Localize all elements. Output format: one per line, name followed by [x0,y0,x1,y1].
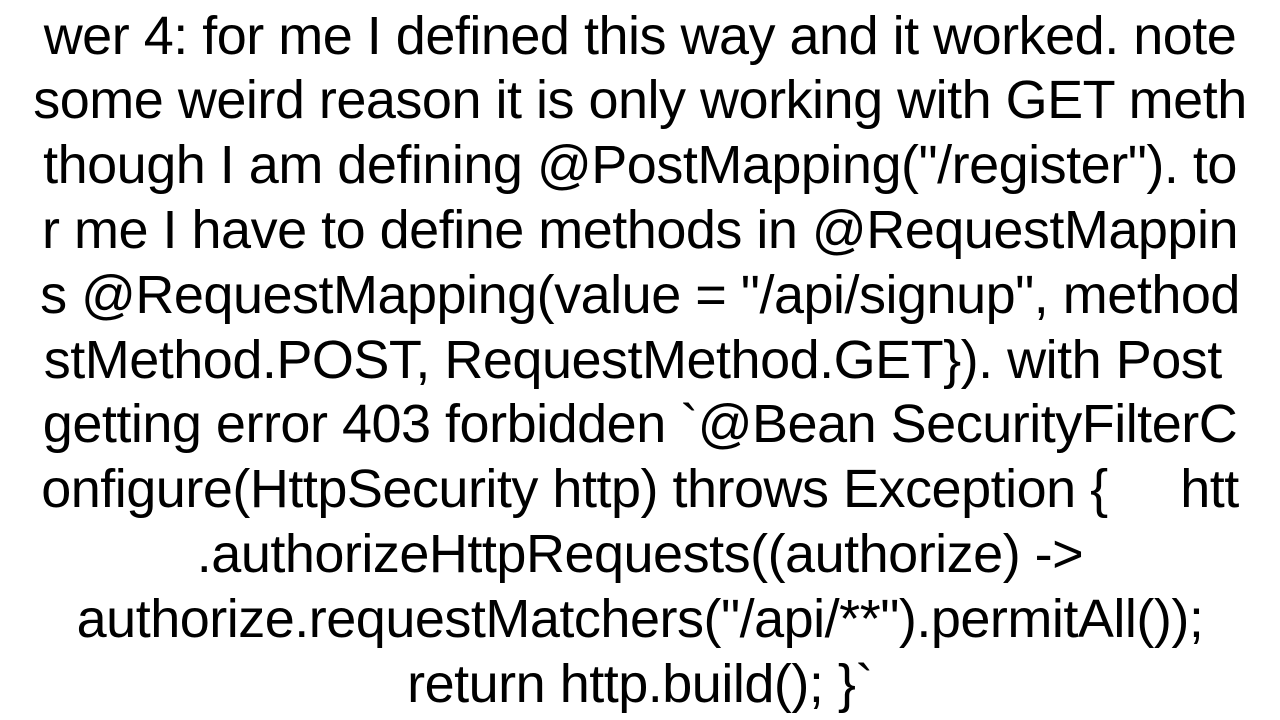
document-viewport: wer 4: for me I defined this way and it … [0,0,1280,720]
document-body-text: wer 4: for me I defined this way and it … [0,4,1280,717]
